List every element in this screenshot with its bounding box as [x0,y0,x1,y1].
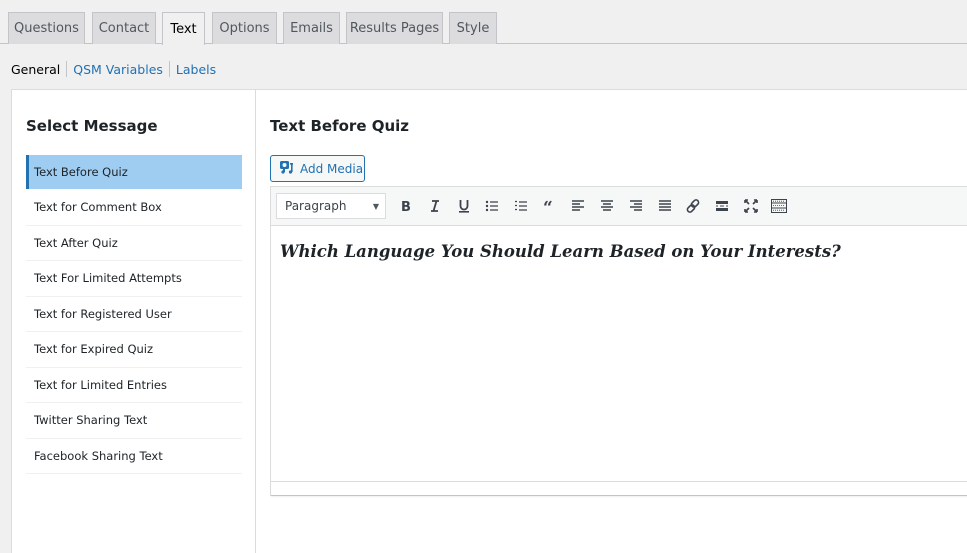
message-list: Text Before Quiz Text for Comment Box Te… [26,155,242,474]
editor-content-text: Which Language You Should Learn Based on… [280,242,841,261]
subnav-labels[interactable]: Labels [176,62,216,77]
bullet-list-button[interactable] [478,192,507,220]
tab-emails[interactable]: Emails [283,12,340,44]
italic-button[interactable] [421,192,450,220]
format-select[interactable]: Paragraph ▼ [276,193,386,219]
message-item-text-for-registered-user[interactable]: Text for Registered User [26,297,242,332]
underline-button[interactable] [449,192,478,220]
align-left-icon [571,199,585,213]
align-center-icon [600,199,614,213]
message-item-text-for-expired-quiz[interactable]: Text for Expired Quiz [26,332,242,368]
editor-content-area[interactable]: Which Language You Should Learn Based on… [271,226,967,482]
add-media-button[interactable]: Add Media [270,155,365,182]
subnav-separator [66,61,68,77]
bullet-list-icon [485,199,499,213]
message-item-text-for-comment-box[interactable]: Text for Comment Box [26,190,242,226]
subnav-qsm-variables[interactable]: QSM Variables [73,62,163,77]
svg-text:“: “ [543,199,553,213]
media-icon [279,160,300,177]
editor-status-bar [271,482,967,496]
message-editor-panel: Text Before Quiz Add Media Paragraph ▼ B… [257,90,967,553]
toolbar-toggle-button[interactable] [765,192,794,220]
underline-icon [457,199,471,213]
bold-icon: B [399,199,413,213]
message-item-text-after-quiz[interactable]: Text After Quiz [26,226,242,261]
numbered-list-icon [514,199,528,213]
subnav-general[interactable]: General [11,62,60,77]
add-media-label: Add Media [300,161,364,176]
align-center-button[interactable] [593,192,622,220]
insert-link-button[interactable] [679,192,708,220]
read-more-button[interactable] [708,192,737,220]
align-justify-icon [658,199,672,213]
message-item-twitter-sharing-text[interactable]: Twitter Sharing Text [26,403,242,439]
toolbar-toggle-icon [771,199,788,213]
tab-results-pages[interactable]: Results Pages [346,12,443,44]
tab-text[interactable]: Text [162,12,205,45]
select-message-heading: Select Message [26,117,158,135]
fullscreen-icon [743,199,758,213]
read-more-icon [715,199,729,213]
message-item-facebook-sharing-text[interactable]: Facebook Sharing Text [26,439,242,474]
blockquote-icon: “ [543,199,557,213]
subnav-separator [168,61,170,77]
tab-style[interactable]: Style [449,12,497,44]
align-right-icon [629,199,643,213]
format-select-value: Paragraph [285,199,347,213]
rich-text-editor: Paragraph ▼ B “ Which Language You Shoul… [270,186,967,496]
editor-heading: Text Before Quiz [270,117,410,135]
italic-icon [428,199,442,213]
message-item-text-before-quiz[interactable]: Text Before Quiz [26,155,242,189]
svg-text:B: B [401,200,411,213]
content-panel: Select Message Text Before Quiz Text for… [11,89,967,553]
message-selector: Select Message Text Before Quiz Text for… [12,90,256,553]
link-icon [685,198,701,214]
numbered-list-button[interactable] [507,192,536,220]
align-justify-button[interactable] [650,192,679,220]
editor-toolbar: Paragraph ▼ B “ [271,187,967,226]
message-item-text-for-limited-entries[interactable]: Text for Limited Entries [26,368,242,403]
dropdown-arrow-icon: ▼ [372,201,379,211]
tab-options[interactable]: Options [212,12,277,44]
tab-contact[interactable]: Contact [92,12,156,44]
fullscreen-button[interactable] [736,192,765,220]
tab-questions[interactable]: Questions [8,12,85,44]
align-right-button[interactable] [622,192,651,220]
bold-button[interactable]: B [392,192,421,220]
message-item-text-for-limited-attempts[interactable]: Text For Limited Attempts [26,261,242,297]
align-left-button[interactable] [564,192,593,220]
main-tabs: Questions Contact Text Options Emails Re… [0,0,967,45]
blockquote-button[interactable]: “ [535,192,564,220]
sub-navigation: General QSM Variables Labels [11,61,216,77]
